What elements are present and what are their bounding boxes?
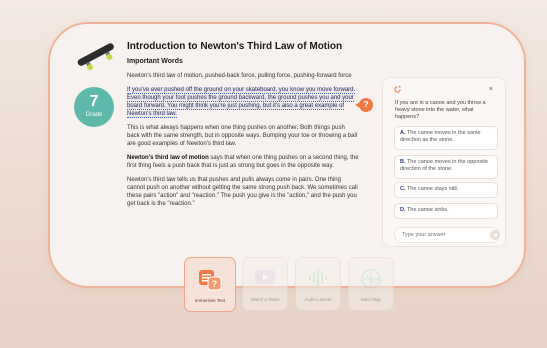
send-answer-button[interactable] <box>490 230 500 240</box>
quiz-question: If you are in a canoe and you throw a he… <box>395 100 486 120</box>
quiz-option-a[interactable]: A. The canoe moves in the same direction… <box>394 126 498 150</box>
app-stage: 7 Grade Introduction to Newton's Third L… <box>0 0 547 348</box>
grade-number: 7 <box>89 93 99 110</box>
tool-immersive-text[interactable]: ? Immersive Text <box>184 257 236 312</box>
highlighted-passage[interactable]: If you've ever pushed off the ground on … <box>127 87 356 118</box>
question-badge[interactable]: ? <box>355 98 373 112</box>
option-text: The canoe sinks. <box>406 207 449 213</box>
tool-label: Watch a Video <box>250 297 280 302</box>
quiz-option-c[interactable]: C. The canoe stays still. <box>394 182 498 198</box>
lesson-content: Introduction to Newton's Third Law of Mo… <box>127 41 359 208</box>
tool-audio-lesson[interactable]: Audio Lesson <box>295 257 341 311</box>
option-text: The canoe stays still. <box>406 186 459 192</box>
grade-label: Grade <box>85 112 103 118</box>
quiz-option-b[interactable]: B. The canoe moves in the opposite direc… <box>394 155 498 179</box>
audio-wave-icon <box>309 270 327 286</box>
paragraph-3: Newton's third law of motion says that w… <box>127 154 359 170</box>
skateboard-icon <box>77 43 114 71</box>
option-text: The canoe moves in the opposite directio… <box>400 159 488 172</box>
quiz-option-d[interactable]: D. The canoe sinks. <box>394 203 498 219</box>
svg-text:?: ? <box>212 279 218 289</box>
tool-label: Mind Map <box>361 297 381 302</box>
paragraph-4: Newton's third law tells us that pushes … <box>127 177 358 207</box>
mind-map-icon <box>361 269 381 289</box>
paragraph-2: This is what always happens when one thi… <box>127 125 358 147</box>
important-words-list: Newton's third law of motion, pushed-bac… <box>127 73 352 79</box>
option-letter: C. <box>400 186 406 192</box>
option-letter: A. <box>400 130 406 136</box>
option-text: The canoe moves in the same direction as… <box>400 130 481 143</box>
video-icon <box>255 270 275 284</box>
tool-watch-video[interactable]: Watch a Video <box>242 257 288 311</box>
arrow-right-icon <box>493 232 498 238</box>
paragraph-3-bold: Newton's third law of motion <box>127 155 209 161</box>
option-letter: D. <box>400 207 406 213</box>
option-letter: B. <box>400 159 406 165</box>
refresh-spark-icon <box>394 85 401 93</box>
paragraph-1: If you've ever pushed off the ground on … <box>127 86 359 118</box>
tool-label: Audio Lesson <box>304 297 332 302</box>
tool-mind-map[interactable]: Mind Map <box>348 257 394 311</box>
answer-input[interactable] <box>394 227 500 243</box>
tool-label: Immersive Text <box>194 298 226 303</box>
grade-badge: 7 Grade <box>74 87 114 127</box>
close-icon[interactable]: × <box>489 86 493 93</box>
important-words-heading: Important Words <box>127 58 183 65</box>
immersive-text-icon: ? <box>199 270 222 291</box>
quiz-panel: × If you are in a canoe and you throw a … <box>382 77 506 247</box>
lesson-title: Introduction to Newton's Third Law of Mo… <box>127 41 343 52</box>
